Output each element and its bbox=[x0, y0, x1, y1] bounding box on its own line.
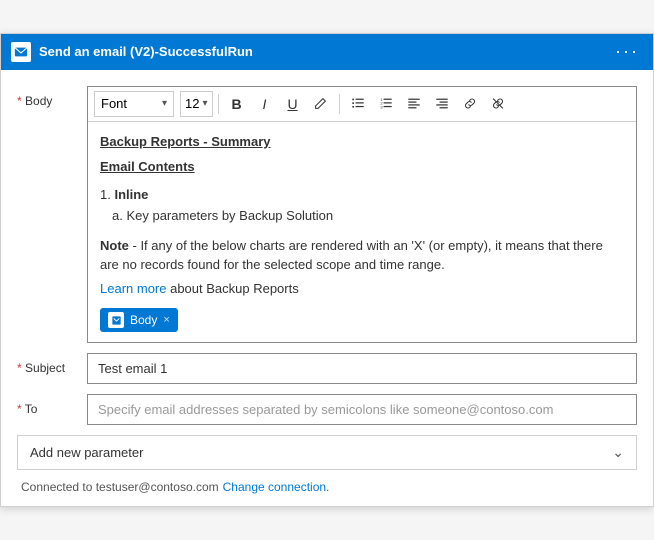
more-options-button[interactable]: ··· bbox=[611, 41, 643, 62]
italic-button[interactable]: I bbox=[252, 91, 278, 117]
editor-list-item-1a: a. Key parameters by Backup Solution bbox=[100, 206, 624, 226]
editor-toolbar: Font ▾ 12 ▾ B I U bbox=[88, 87, 636, 122]
editor-note: Note - If any of the below charts are re… bbox=[100, 236, 624, 275]
editor-title: Backup Reports - Summary bbox=[100, 132, 624, 152]
to-field-content bbox=[87, 394, 637, 425]
body-tag-label: Body bbox=[130, 311, 157, 329]
email-icon bbox=[11, 42, 31, 62]
send-email-card: Send an email (V2)-SuccessfulRun ··· * B… bbox=[0, 33, 654, 508]
card-header: Send an email (V2)-SuccessfulRun ··· bbox=[1, 34, 653, 70]
footer-row: Connected to testuser@contoso.com Change… bbox=[17, 480, 637, 494]
change-connection-link[interactable]: Change connection. bbox=[223, 480, 330, 494]
subject-field-label: * Subject bbox=[17, 353, 87, 375]
note-label: Note bbox=[100, 238, 129, 253]
insert-link-button[interactable] bbox=[457, 91, 483, 117]
bullet-list-button[interactable] bbox=[345, 91, 371, 117]
card-title: Send an email (V2)-SuccessfulRun bbox=[39, 44, 611, 59]
remove-link-button[interactable] bbox=[485, 91, 511, 117]
body-tag-icon bbox=[108, 312, 124, 328]
font-size-value: 12 bbox=[185, 96, 199, 111]
svg-text:3: 3 bbox=[380, 105, 383, 110]
font-select[interactable]: Font ▾ bbox=[94, 91, 174, 117]
list-item-1-bold: Inline bbox=[114, 187, 148, 202]
to-input[interactable] bbox=[87, 394, 637, 425]
card-body: * Body Font ▾ 12 ▾ B bbox=[1, 70, 653, 507]
numbered-list-button[interactable]: 1 2 3 bbox=[373, 91, 399, 117]
note-text: - If any of the below charts are rendere… bbox=[100, 238, 603, 273]
connected-text: Connected to testuser@contoso.com bbox=[21, 480, 219, 494]
editor-subtitle: Email Contents bbox=[100, 157, 624, 177]
align-right-button[interactable] bbox=[429, 91, 455, 117]
to-field-label: * To bbox=[17, 394, 87, 416]
add-parameter-row[interactable]: Add new parameter ⌄ bbox=[17, 435, 637, 470]
bold-button[interactable]: B bbox=[224, 91, 250, 117]
subject-input[interactable] bbox=[87, 353, 637, 384]
body-field-row: * Body Font ▾ 12 ▾ B bbox=[17, 86, 637, 344]
learn-more-link[interactable]: Learn more bbox=[100, 281, 166, 296]
font-size-arrow: ▾ bbox=[202, 98, 207, 109]
body-field-label: * Body bbox=[17, 86, 87, 108]
underline-button[interactable]: U bbox=[280, 91, 306, 117]
body-tag-container: Body × bbox=[100, 298, 624, 332]
editor-area[interactable]: Backup Reports - Summary Email Contents … bbox=[88, 122, 636, 343]
chevron-down-icon: ⌄ bbox=[612, 444, 624, 461]
editor-list-item-1: 1. Inline bbox=[100, 185, 624, 205]
subject-field-row: * Subject bbox=[17, 353, 637, 384]
to-required-marker: * bbox=[17, 402, 22, 416]
subject-field-content bbox=[87, 353, 637, 384]
subject-required-marker: * bbox=[17, 361, 22, 375]
learn-more-suffix: about Backup Reports bbox=[166, 281, 298, 296]
rich-text-editor[interactable]: Font ▾ 12 ▾ B I U bbox=[87, 86, 637, 344]
body-required-marker: * bbox=[17, 94, 22, 108]
pen-button[interactable] bbox=[308, 91, 334, 117]
font-dropdown-arrow: ▾ bbox=[162, 98, 167, 109]
add-parameter-label: Add new parameter bbox=[30, 445, 612, 460]
toolbar-divider-2 bbox=[339, 94, 340, 114]
to-field-row: * To bbox=[17, 394, 637, 425]
body-tag-close[interactable]: × bbox=[163, 312, 169, 329]
body-field-content: Font ▾ 12 ▾ B I U bbox=[87, 86, 637, 344]
body-dynamic-tag[interactable]: Body × bbox=[100, 308, 178, 332]
align-left-button[interactable] bbox=[401, 91, 427, 117]
list-num-1: 1. bbox=[100, 187, 111, 202]
font-label: Font bbox=[101, 96, 158, 111]
editor-learn-more-line: Learn more about Backup Reports bbox=[100, 279, 624, 299]
toolbar-divider-1 bbox=[218, 94, 219, 114]
font-size-select[interactable]: 12 ▾ bbox=[180, 91, 213, 117]
